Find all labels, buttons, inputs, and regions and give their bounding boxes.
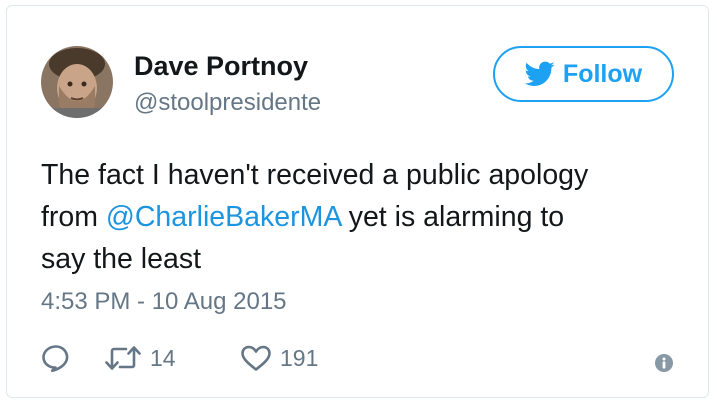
follow-label: Follow [562,59,643,88]
avatar[interactable] [41,46,113,118]
retweet-count: 14 [150,344,176,371]
avatar-image [41,46,113,118]
tweet-line-2-start: from [41,201,106,233]
retweet-icon [105,346,141,370]
retweet-button[interactable]: 14 [104,344,176,372]
tweet-line-2: from @CharlieBakerMA yet is alarming to [41,196,681,238]
user-handle[interactable]: @stoolpresidente [134,89,321,117]
tweet-card: Dave Portnoy @stoolpresidente Follow The… [6,5,709,398]
tweet-line-3: say the least [41,243,202,275]
mention-link[interactable]: @CharlieBakerMA [106,201,341,233]
follow-button[interactable]: Follow [493,46,674,102]
tweet-line-2-end: yet is alarming to [340,201,565,233]
reply-icon [42,345,69,372]
like-count: 191 [280,344,319,371]
tweet-text: The fact I haven't received a public apo… [41,154,681,280]
display-name[interactable]: Dave Portnoy [134,51,308,82]
heart-icon [241,345,271,371]
tweet-line-1: The fact I haven't received a public apo… [41,159,589,191]
info-icon[interactable] [655,354,673,372]
like-button[interactable]: 191 [240,344,318,372]
twitter-bird-icon [524,61,555,86]
reply-button[interactable] [41,344,71,372]
tweet-timestamp[interactable]: 4:53 PM - 10 Aug 2015 [41,288,287,316]
